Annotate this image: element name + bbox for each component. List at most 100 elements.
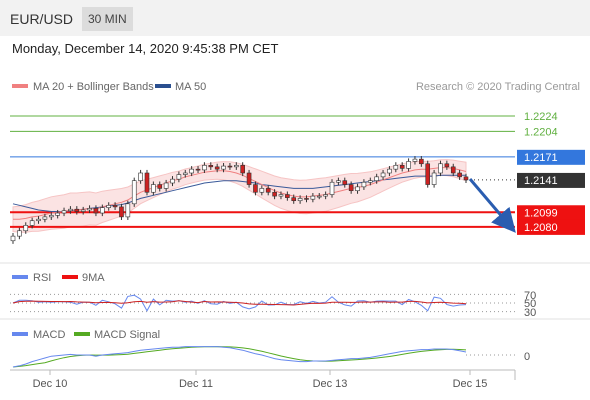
ma20-legend-swatch xyxy=(12,84,28,88)
candle-body xyxy=(374,176,379,182)
candle-body xyxy=(431,172,437,185)
ma50-legend-swatch xyxy=(155,84,171,88)
candle-body xyxy=(17,230,22,237)
candle-body xyxy=(214,166,220,170)
candle-body xyxy=(361,181,367,188)
candle-body xyxy=(450,166,456,174)
level-label-1.2224: 1.2224 xyxy=(524,111,558,123)
candle-body xyxy=(355,186,360,192)
level-label-1.2171: 1.2171 xyxy=(524,152,558,164)
candle-body xyxy=(380,172,386,178)
x-tick-label: Dec 10 xyxy=(33,378,68,390)
candle-body xyxy=(444,163,450,168)
candle-body xyxy=(119,206,124,218)
candle-body xyxy=(291,197,297,202)
rsi-9ma-legend-label: 9MA xyxy=(82,272,105,284)
candle-body xyxy=(329,181,335,195)
candle-body xyxy=(55,212,60,216)
candle-body xyxy=(272,191,277,197)
candle-body xyxy=(425,163,431,185)
candle-body xyxy=(112,205,118,208)
candle-body xyxy=(138,172,143,181)
candle-body xyxy=(304,198,309,200)
candle xyxy=(131,177,137,207)
candle-body xyxy=(125,203,131,218)
candle xyxy=(425,160,431,188)
candle-body xyxy=(221,165,226,170)
candle xyxy=(10,233,16,244)
ma20-legend-label: MA 20 + Bollinger Bands xyxy=(33,81,154,93)
forecast-arrow-icon xyxy=(468,178,516,233)
candle-body xyxy=(157,184,163,189)
candle-body xyxy=(80,209,86,212)
macd-tick-0: 0 xyxy=(524,351,530,363)
candle-body xyxy=(253,184,258,193)
candle-body xyxy=(387,168,392,174)
candle-body xyxy=(189,168,194,174)
candle-body xyxy=(170,178,175,184)
candle-body xyxy=(278,194,284,197)
x-tick-label: Dec 11 xyxy=(179,378,213,390)
candle-body xyxy=(208,165,214,168)
x-tick-label: Dec 15 xyxy=(453,378,488,390)
bollinger-band-layer xyxy=(12,159,467,233)
level-label-1.2099: 1.2099 xyxy=(524,207,558,219)
candle-body xyxy=(36,218,41,222)
candle-body xyxy=(151,184,156,193)
macd-layer xyxy=(12,346,515,368)
candle-body xyxy=(42,216,48,220)
candle-body xyxy=(61,210,67,214)
candle-body xyxy=(367,180,373,183)
candle-body xyxy=(68,208,73,212)
candle-body xyxy=(406,161,411,169)
candle-body xyxy=(316,195,322,198)
level-label-1.2204: 1.2204 xyxy=(524,126,558,138)
candle xyxy=(144,169,150,196)
candle-body xyxy=(348,184,354,192)
candle-body xyxy=(23,225,29,232)
candle xyxy=(125,200,131,220)
candle-body xyxy=(10,235,16,242)
candle-body xyxy=(457,172,462,178)
candle-body xyxy=(412,158,418,162)
candle-body xyxy=(29,220,35,226)
candle-body xyxy=(227,165,233,168)
level-label-1.2080: 1.2080 xyxy=(524,222,558,234)
candle-body xyxy=(419,158,424,165)
candle-body xyxy=(399,165,405,169)
candle-body xyxy=(259,188,265,193)
macd-signal-legend-label: MACD Signal xyxy=(94,329,160,341)
macd-legend-label: MACD xyxy=(33,329,65,341)
candle-body xyxy=(234,165,239,168)
candle-body xyxy=(323,194,328,197)
bollinger-band xyxy=(12,159,467,233)
candle-body xyxy=(182,172,188,175)
macd-signal-legend-swatch xyxy=(74,332,90,336)
candle-body xyxy=(240,165,245,174)
candle-body xyxy=(342,180,348,185)
candle-body xyxy=(393,165,399,170)
research-credit: Research © 2020 Trading Central xyxy=(416,81,580,93)
candle-body xyxy=(176,174,182,180)
candle-body xyxy=(163,182,169,189)
rsi-9ma-legend-swatch xyxy=(62,275,78,279)
rsi-tick-30: 30 xyxy=(524,307,536,319)
candle-body xyxy=(48,215,54,218)
candle-body xyxy=(438,163,443,174)
ma50-legend-label: MA 50 xyxy=(175,81,206,93)
x-axis-ticks: Dec 10 Dec 11 Dec 13 Dec 15 xyxy=(33,370,488,390)
candle-body xyxy=(297,198,303,202)
candle-body xyxy=(93,208,99,214)
rsi-legend-label: RSI xyxy=(33,272,51,284)
level-label-1.2141: 1.2141 xyxy=(524,175,558,187)
candle-body xyxy=(202,165,207,171)
candle-body xyxy=(106,205,112,208)
candle-body xyxy=(131,180,137,205)
macd-legend-swatch xyxy=(12,332,28,336)
candle-body xyxy=(144,172,150,193)
candle-body xyxy=(285,194,290,198)
candle-body xyxy=(336,180,341,183)
candle-body xyxy=(310,195,316,200)
candle-body xyxy=(100,207,105,214)
price-chart: MA 20 + Bollinger Bands MA 50 Research ©… xyxy=(0,81,590,390)
